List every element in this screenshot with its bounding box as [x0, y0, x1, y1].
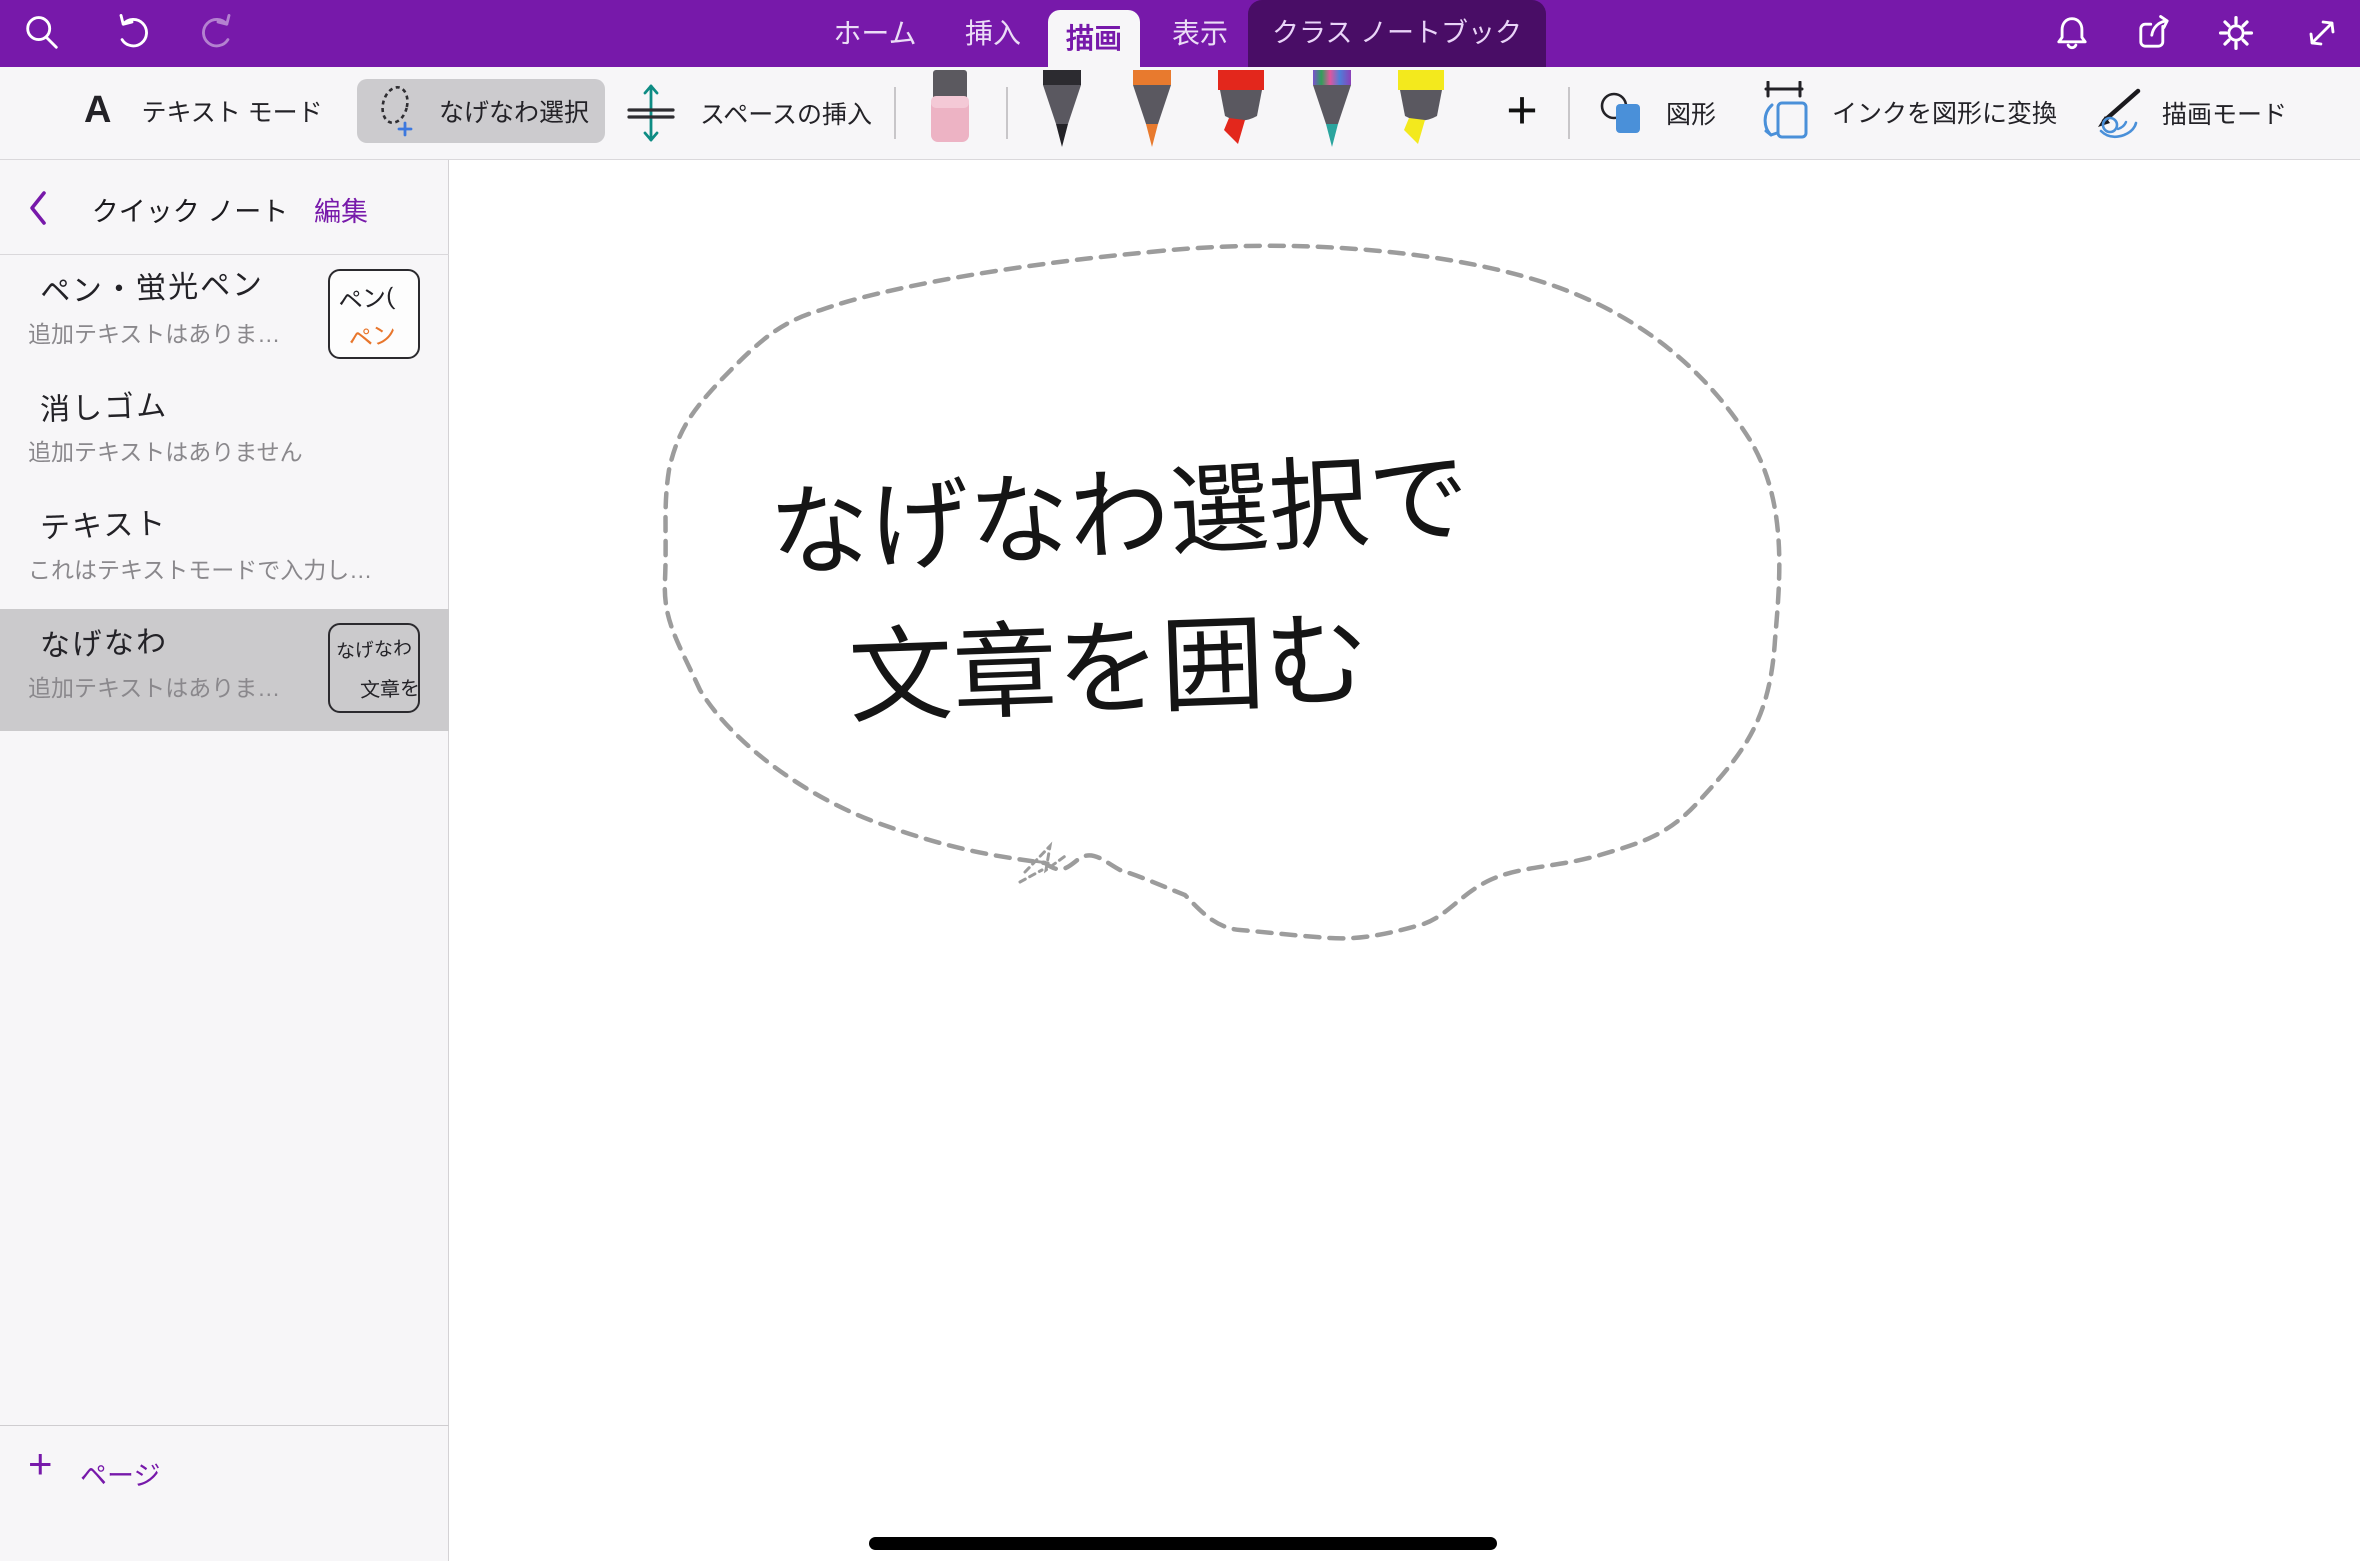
highlighter-yellow-tool[interactable] — [1392, 70, 1450, 148]
ink-line-1: なげなわ選択で — [767, 439, 1472, 592]
pen-orange-tool[interactable] — [1126, 70, 1178, 148]
page-thumbnail: ペン( ペン — [328, 269, 420, 359]
page-subtitle: 追加テキストはありま… — [28, 315, 280, 349]
page-item-text[interactable]: テキスト これはテキストモードで入力し… — [0, 491, 449, 609]
plus-icon: + — [28, 1440, 53, 1488]
notifications-icon[interactable] — [2050, 11, 2094, 55]
tab-insert[interactable]: 挿入 — [948, 0, 1038, 67]
lasso-selection-outline — [665, 246, 1780, 939]
ink-to-shape-label: インクを図形に変換 — [1832, 94, 2057, 130]
fullscreen-icon[interactable] — [2300, 11, 2344, 55]
insert-space-button[interactable]: スペースの挿入 — [622, 83, 872, 143]
page-title-ink: テキスト — [39, 499, 168, 547]
back-chevron-icon[interactable] — [24, 188, 54, 228]
add-pen-button[interactable]: + — [1492, 75, 1552, 145]
thumb-ink-line: ペン( — [336, 276, 395, 317]
toolbar-divider — [1568, 87, 1570, 139]
page-subtitle: 追加テキストはありま… — [28, 669, 280, 703]
page-item-eraser[interactable]: 消しゴム 追加テキストはありません — [0, 373, 449, 491]
draw-toolbar: A テキスト モード なげなわ選択 — [0, 67, 2360, 160]
shapes-button[interactable]: 図形 — [1598, 87, 1716, 139]
page-item-lasso[interactable]: なげなわ 追加テキストはありま… なげなわ 文章を — [0, 609, 449, 731]
sidebar-header: クイック ノート 編集 — [0, 160, 449, 255]
page-thumbnail: なげなわ 文章を — [328, 623, 420, 713]
draw-mode-button[interactable]: 描画モード — [2088, 85, 2287, 141]
page-title-ink: 消しゴム — [39, 381, 168, 429]
page-title-ink: なげなわ — [39, 617, 168, 665]
tab-insert-label: 挿入 — [965, 18, 1021, 49]
shapes-icon — [1598, 87, 1652, 139]
eraser-tool[interactable] — [928, 70, 972, 146]
lasso-select-label: なげなわ選択 — [439, 93, 589, 129]
shapes-label: 図形 — [1666, 95, 1716, 131]
tab-view[interactable]: 表示 — [1158, 0, 1242, 67]
draw-mode-label: 描画モード — [2162, 95, 2287, 131]
tab-home-label: ホーム — [833, 18, 916, 49]
tab-home[interactable]: ホーム — [820, 0, 930, 67]
add-page-label: ページ — [80, 1454, 160, 1493]
tab-class-notebook-label: クラス ノートブック — [1248, 0, 1546, 67]
highlighter-red-tool[interactable] — [1212, 70, 1270, 148]
page-subtitle: 追加テキストはありません — [28, 433, 303, 467]
share-icon[interactable] — [2132, 11, 2176, 55]
search-icon[interactable] — [20, 11, 64, 55]
lasso-select-button[interactable]: なげなわ選択 — [357, 79, 605, 143]
thumb-ink-line: なげなわ — [335, 633, 412, 664]
pen-rainbow-tool[interactable] — [1306, 70, 1358, 148]
page-title-ink: ペン・蛍光ペン — [39, 259, 264, 311]
home-indicator-bar[interactable] — [869, 1537, 1497, 1550]
add-page-button[interactable]: + ページ — [0, 1426, 449, 1516]
ink-layer: なげなわ選択で 文章を囲む — [450, 160, 2360, 1561]
page-list-sidebar: クイック ノート 編集 ペン・蛍光ペン 追加テキストはありま… ペン( ペン 消… — [0, 160, 449, 1561]
toolbar-divider — [1006, 87, 1008, 139]
onenote-app: ホーム 挿入 描画 表示 クラス ノートブック — [0, 0, 2360, 1561]
insert-space-icon — [622, 83, 680, 143]
tab-draw[interactable]: 描画 — [1048, 10, 1140, 67]
draw-mode-icon — [2088, 85, 2146, 141]
text-mode-icon: A — [84, 89, 111, 132]
toolbar-divider — [894, 87, 896, 139]
thumb-ink-line: ペン — [346, 314, 398, 355]
text-mode-button[interactable]: A テキスト モード — [84, 89, 323, 132]
tab-draw-label: 描画 — [1048, 10, 1140, 67]
redo-icon[interactable] — [196, 11, 240, 55]
insert-space-label: スペースの挿入 — [700, 95, 872, 131]
thumb-ink-line: 文章を — [360, 672, 420, 703]
notebook-title: クイック ノート — [60, 190, 320, 229]
page-subtitle: これはテキストモードで入力し… — [28, 551, 372, 585]
settings-gear-icon[interactable] — [2214, 11, 2258, 55]
tab-view-label: 表示 — [1172, 18, 1228, 49]
page-item-pen-highlighter[interactable]: ペン・蛍光ペン 追加テキストはありま… ペン( ペン — [0, 255, 449, 373]
top-bar: ホーム 挿入 描画 表示 クラス ノートブック — [0, 0, 2360, 67]
text-mode-label: テキスト モード — [141, 93, 322, 129]
edit-button[interactable]: 編集 — [314, 190, 368, 229]
ink-to-shape-button[interactable]: インクを図形に変換 — [1756, 81, 2057, 143]
ink-line-2: 文章を囲む — [847, 599, 1371, 739]
undo-icon[interactable] — [110, 11, 154, 55]
ink-to-shape-icon — [1756, 81, 1814, 143]
pen-black-tool[interactable] — [1036, 70, 1088, 148]
lasso-icon — [375, 81, 421, 141]
ink-canvas[interactable]: なげなわ選択で 文章を囲む — [450, 160, 2360, 1561]
tab-class-notebook[interactable]: クラス ノートブック — [1248, 0, 1546, 67]
